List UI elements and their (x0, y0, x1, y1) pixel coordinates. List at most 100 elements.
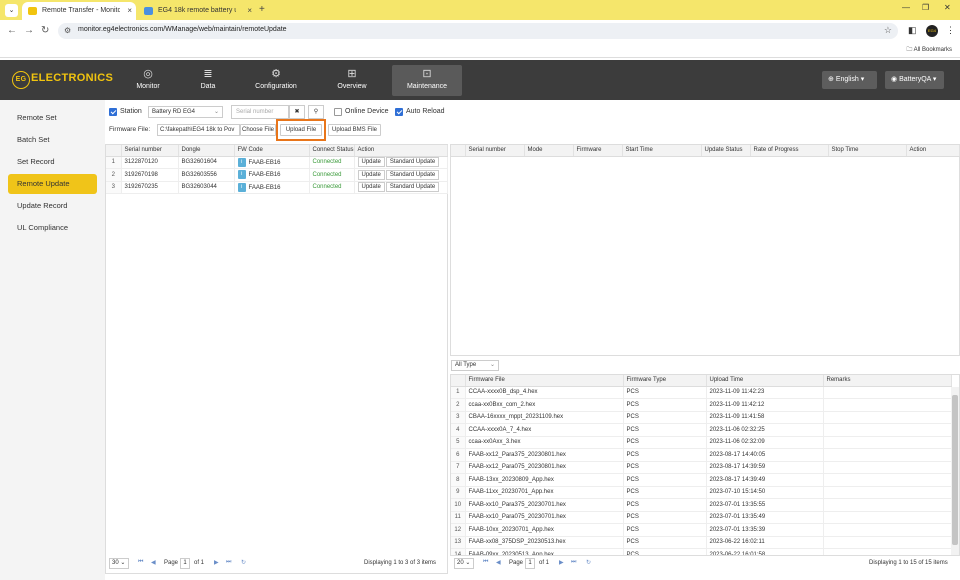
update-button[interactable]: Update (357, 157, 385, 168)
page-size-select[interactable]: 20 ⌄ (454, 558, 474, 569)
column-header[interactable]: Serial number (121, 145, 179, 157)
station-checkbox[interactable] (109, 108, 117, 116)
column-header[interactable]: Start Time (622, 145, 702, 157)
update-button[interactable]: Update (357, 182, 385, 193)
column-header[interactable]: Connect Status (309, 145, 355, 157)
table-row[interactable]: 3 CBAA-16xxxx_mppt_20231109.hex PCS 2023-11… (451, 411, 952, 424)
browser-menu-icon[interactable]: ⋮ (946, 25, 955, 36)
table-row[interactable]: 7 FAAB-xx12_Para075_20230801.hex PCS 2023-0… (451, 461, 952, 474)
browser-tab-eg4-18k[interactable]: EG4 18k remote battery upda × (138, 2, 256, 20)
sidepanel-icon[interactable]: ◧ (908, 25, 917, 36)
online-device-checkbox[interactable] (334, 108, 342, 116)
info-icon[interactable]: i (237, 182, 246, 192)
file-type-select[interactable]: All Type ⌄ (451, 360, 499, 371)
page-number-input[interactable]: 1 (180, 558, 190, 569)
column-header[interactable]: Upload Time (706, 375, 824, 387)
auto-reload-checkbox[interactable] (395, 108, 403, 116)
nav-maintenance[interactable]: ⊡ Maintenance (392, 65, 462, 96)
table-row[interactable]: 1 CCAA-xxxx0B_dsp_4.hex PCS 2023-11-09 11:4… (451, 386, 952, 399)
prev-page-icon[interactable]: ◀ (496, 559, 501, 566)
column-header[interactable]: Serial number (465, 145, 525, 157)
nav-monitor[interactable]: ◎ Monitor (122, 60, 174, 100)
prev-page-icon[interactable]: ◀ (151, 559, 156, 566)
column-header[interactable]: Update Status (701, 145, 751, 157)
close-window-icon[interactable]: ✕ (944, 3, 951, 12)
sidebar-item-batch-set[interactable]: Batch Set (8, 130, 97, 150)
sidebar-item-update-record[interactable]: Update Record (8, 196, 97, 216)
page-number-input[interactable]: 1 (525, 558, 535, 569)
table-row[interactable]: 2 3192670198 BG32603556 i FAAB-EB16 Conne… (106, 168, 448, 182)
refresh-icon[interactable]: ↻ (241, 559, 246, 566)
info-icon[interactable]: i (237, 157, 246, 167)
column-header[interactable]: Firmware Type (623, 375, 707, 387)
search-icon[interactable]: ⚲ (308, 105, 324, 119)
column-header[interactable]: Mode (524, 145, 574, 157)
table-row[interactable]: 14 FAAB-09xx_20230513_App.hex PCS 2023-06-2… (451, 548, 952, 555)
nav-overview[interactable]: ⊞ Overview (326, 60, 378, 100)
forward-icon[interactable]: → (24, 25, 34, 36)
table-row[interactable]: 3 3192670235 BG32603044 i FAAB-EB16 Conne… (106, 181, 448, 194)
table-row[interactable]: 9 FAAB-11xx_20230701_App.hex PCS 2023-07-10… (451, 486, 952, 499)
column-header[interactable]: Firmware (573, 145, 623, 157)
language-dropdown[interactable]: ⊕ English ▾ (822, 71, 877, 89)
standard-update-button[interactable]: Standard Update (385, 157, 440, 168)
first-page-icon[interactable]: ⏮ (138, 559, 143, 566)
standard-update-button[interactable]: Standard Update (385, 182, 440, 193)
choose-file-button[interactable]: Choose File (240, 124, 276, 136)
serial-search-input[interactable]: Serial number (231, 105, 289, 119)
site-info-icon[interactable]: ⚙ (64, 26, 71, 35)
tab-close-icon[interactable]: × (127, 2, 132, 20)
last-page-icon[interactable]: ⏭ (571, 559, 576, 566)
nav-data[interactable]: ≣ Data (182, 60, 234, 100)
update-button[interactable]: Update (357, 169, 385, 180)
upload-file-button[interactable]: Upload File (280, 124, 322, 136)
sidebar-item-set-record[interactable]: Set Record (8, 152, 97, 172)
last-page-icon[interactable]: ⏭ (226, 559, 231, 566)
browser-tab-remote-transfer[interactable]: Remote Transfer - Monitor Co × (22, 2, 136, 20)
table-row[interactable]: 5 ccaa-xx0Axx_3.hex PCS 2023-11-06 02:32:09 (451, 436, 952, 449)
table-row[interactable]: 4 CCAA-xxxx0A_7_4.hex PCS 2023-11-06 02:32:… (451, 423, 952, 437)
first-page-icon[interactable]: ⏮ (483, 559, 488, 566)
eg4-logo[interactable]: EG ELECTRONICS (12, 71, 113, 89)
all-bookmarks-link[interactable]: 🗀 All Bookmarks (906, 45, 952, 55)
bookmark-star-icon[interactable]: ☆ (884, 25, 892, 36)
refresh-icon[interactable]: ↻ (586, 559, 591, 566)
tab-close-icon[interactable]: × (247, 2, 252, 20)
next-page-icon[interactable]: ▶ (559, 559, 564, 566)
table-row[interactable]: 2 ccaa-xx0Bxx_com_2.hex PCS 2023-11-09 11:4… (451, 398, 952, 412)
column-header[interactable]: Stop Time (828, 145, 907, 157)
restore-icon[interactable]: ❐ (922, 3, 929, 12)
table-row[interactable]: 6 FAAB-xx12_Para375_20230801.hex PCS 2023-0… (451, 448, 952, 462)
url-field[interactable]: ⚙ monitor.eg4electronics.com/WManage/web… (58, 23, 898, 39)
sidebar-item-remote-update[interactable]: Remote Update (8, 174, 97, 194)
reload-icon[interactable]: ↻ (41, 25, 49, 36)
station-select[interactable]: Battery RD EG4 ⌄ (148, 106, 223, 118)
column-header[interactable]: Dongle (178, 145, 235, 157)
minimize-icon[interactable]: — (902, 3, 910, 12)
column-header[interactable]: FW Code (234, 145, 310, 157)
column-header[interactable]: Remarks (823, 375, 952, 387)
table-row[interactable]: 13 FAAB-xx08_375DSP_20230513.hex PCS 2023-0… (451, 536, 952, 549)
sidebar-item-remote-set[interactable]: Remote Set (8, 108, 97, 128)
table-row[interactable]: 8 FAAB-13xx_20230809_App.hex PCS 2023-08-17… (451, 473, 952, 487)
info-icon[interactable]: i (237, 170, 246, 180)
profile-avatar[interactable]: EG4 (926, 25, 938, 37)
table-row[interactable]: 11 FAAB-xx10_Para075_20230701.hex PCS 2023-… (451, 511, 952, 524)
upload-bms-file-button[interactable]: Upload BMS File (328, 124, 381, 136)
firmware-scrollbar[interactable] (951, 387, 959, 555)
table-row[interactable]: 10 FAAB-xx10_Para375_20230701.hex PCS 2023-… (451, 498, 952, 512)
back-icon[interactable]: ← (7, 25, 17, 36)
nav-configuration[interactable]: ⚙ Configuration (244, 60, 308, 100)
column-header[interactable]: Rate of Progress (750, 145, 829, 157)
sidebar-item-ul-compliance[interactable]: UL Compliance (8, 218, 97, 238)
new-tab-icon[interactable]: + (259, 4, 265, 15)
standard-update-button[interactable]: Standard Update (385, 169, 440, 180)
scrollbar-thumb[interactable] (952, 395, 958, 545)
user-dropdown[interactable]: ◉ BatteryQA ▾ (885, 71, 944, 89)
next-page-icon[interactable]: ▶ (214, 559, 219, 566)
table-row[interactable]: 12 FAAB-10xx_20230701_App.hex PCS 2023-07-0… (451, 523, 952, 537)
column-header[interactable]: Firmware File (465, 375, 624, 387)
table-row[interactable]: 1 3122870120 BG32601604 i FAAB-EB16 Conne… (106, 156, 448, 169)
tab-search-icon[interactable]: ⌄ (5, 4, 18, 17)
page-size-select[interactable]: 30 ⌄ (109, 558, 129, 569)
